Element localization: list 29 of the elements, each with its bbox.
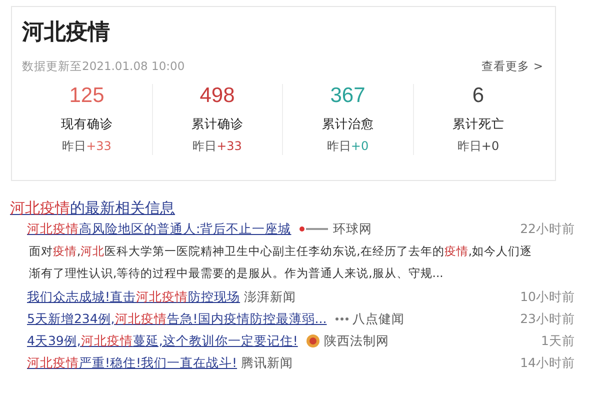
news-time: 23小时前 [520,310,575,328]
stat-change: 昨日+33 [62,138,112,155]
stat-change: 昨日+0 [457,138,500,155]
news-time: 1天前 [541,332,575,350]
news-snippet: 面对疫情,河北医科大学第一医院精神卫生中心副主任李幼东说,在经历了去年的疫情,如今人们逐渐有了理性认识,等待的过程中最需要的是服从。作为普通人来说,服从、守规... [28,243,533,282]
card-title: 河北疫情 [22,18,111,47]
stat-label: 累计死亡 [452,116,504,133]
source-logo-icon [299,225,330,233]
stat-change: 昨日+0 [326,138,369,155]
news-source: 陕西法制网 [324,332,389,350]
update-time: 数据更新至2021.01.08 10:00 [22,59,185,74]
dots-icon [334,316,349,322]
news-source: 澎湃新闻 [244,288,296,306]
stat-value: 498 [200,84,235,109]
news-time: 14小时前 [520,354,575,372]
more-link[interactable]: 查看更多 > [482,59,543,74]
emblem-icon [306,334,320,348]
news-source: 环球网 [333,220,372,238]
stat-value: 367 [330,84,366,109]
stat-label: 现有确诊 [60,116,113,133]
news-source: 腾讯新闻 [241,354,294,372]
stat-change: 昨日+33 [192,138,242,155]
news-source: 八点健闻 [352,310,405,328]
news-time: 22小时前 [520,220,575,238]
stat-label: 累计确诊 [191,116,244,133]
news-time: 10小时前 [520,288,575,306]
stat-label: 累计治愈 [322,116,374,133]
stat-value: 6 [472,84,484,109]
stat-value: 125 [69,84,104,109]
